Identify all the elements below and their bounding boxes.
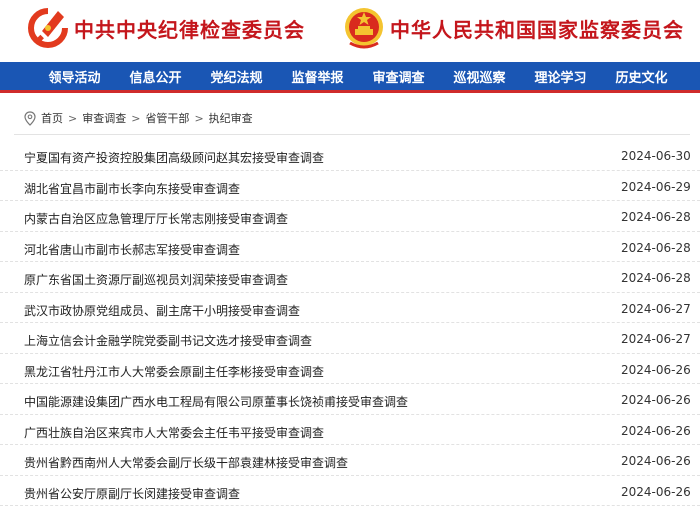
article-date: 2024-06-26 — [621, 393, 691, 407]
article-row[interactable]: 广西壮族自治区来宾市人大常委会主任韦平接受审查调查 2024-06-26 — [0, 415, 700, 445]
article-title-link[interactable]: 河北省唐山市副市长郝志军接受审查调查 — [24, 241, 240, 258]
breadcrumb: 首页 > 审查调查 > 省管干部 > 执纪审查 — [24, 110, 253, 126]
article-date: 2024-06-26 — [621, 423, 691, 438]
article-date: 2024-06-29 — [621, 179, 691, 194]
nav-item-report[interactable]: 监督举报 — [277, 67, 358, 86]
article-title-link[interactable]: 黑龙江省牡丹江市人大常委会原副主任李彬接受审查调查 — [24, 363, 324, 380]
article-title-link[interactable]: 原广东省国土资源厅副巡视员刘润荣接受审查调查 — [24, 271, 288, 288]
breadcrumb-home[interactable]: 首页 — [41, 110, 63, 126]
article-row[interactable]: 中国能源建设集团广西水电工程局有限公司原董事长饶祯甫接受审查调查 2024-06-… — [0, 384, 700, 415]
article-row[interactable]: 河北省唐山市副市长郝志军接受审查调查 2024-06-28 — [0, 232, 700, 262]
nav-item-leadership[interactable]: 领导活动 — [34, 67, 115, 86]
article-title-link[interactable]: 贵州省黔西南州人大常委会副厅长级干部袁建林接受审查调查 — [24, 454, 348, 471]
article-date: 2024-06-28 — [621, 271, 691, 285]
article-row[interactable]: 湖北省宜昌市副市长李向东接受审查调查 2024-06-29 — [0, 171, 700, 201]
org-title-nsc[interactable]: 中华人民共和国国家监察委员会 — [390, 14, 684, 43]
article-title-link[interactable]: 宁夏国有资产投资控股集团高级顾问赵其宏接受审查调查 — [24, 149, 324, 166]
breadcrumb-investigation[interactable]: 审查调查 — [82, 110, 126, 126]
nav-item-theory[interactable]: 理论学习 — [520, 67, 601, 86]
breadcrumb-current[interactable]: 执纪审查 — [209, 110, 253, 126]
article-date: 2024-06-30 — [621, 149, 691, 163]
nav-item-info-disclosure[interactable]: 信息公开 — [115, 67, 196, 86]
nav-item-investigation[interactable]: 审查调查 — [358, 67, 439, 86]
article-date: 2024-06-26 — [621, 362, 691, 377]
site-header: 中共中央纪律检查委员会 中华人民共和国国家监察委员会 — [0, 0, 700, 62]
header-accent-line — [0, 90, 700, 93]
article-title-link[interactable]: 贵州省公安厅原副厅长闵建接受审查调查 — [24, 485, 240, 502]
nav-item-regulations[interactable]: 党纪法规 — [196, 67, 277, 86]
article-date: 2024-06-27 — [621, 332, 691, 346]
article-title-link[interactable]: 武汉市政协原党组成员、副主席干小明接受审查调查 — [24, 302, 300, 319]
article-title-link[interactable]: 上海立信会计金融学院党委副书记文选才接受审查调查 — [24, 332, 312, 349]
article-date: 2024-06-26 — [621, 484, 691, 499]
national-emblem-icon[interactable] — [344, 5, 384, 51]
breadcrumb-separator: > — [131, 111, 141, 125]
location-pin-icon — [24, 110, 36, 126]
breadcrumb-separator: > — [194, 111, 204, 125]
article-row[interactable]: 原广东省国土资源厅副巡视员刘润荣接受审查调查 2024-06-28 — [0, 262, 700, 293]
article-date: 2024-06-28 — [621, 210, 691, 224]
article-row[interactable]: 上海立信会计金融学院党委副书记文选才接受审查调查 2024-06-27 — [0, 323, 700, 354]
article-list: 宁夏国有资产投资控股集团高级顾问赵其宏接受审查调查 2024-06-30 湖北省宜昌… — [0, 140, 700, 506]
breadcrumb-divider — [14, 134, 690, 135]
article-row[interactable]: 武汉市政协原党组成员、副主席干小明接受审查调查 2024-06-27 — [0, 293, 700, 323]
article-date: 2024-06-27 — [621, 301, 691, 316]
article-title-link[interactable]: 内蒙古自治区应急管理厅厅长常志刚接受审查调查 — [24, 210, 288, 227]
breadcrumb-provincial-cadres[interactable]: 省管干部 — [145, 110, 189, 126]
article-title-link[interactable]: 广西壮族自治区来宾市人大常委会主任韦平接受审查调查 — [24, 424, 324, 441]
article-date: 2024-06-28 — [621, 240, 691, 255]
article-row[interactable]: 黑龙江省牡丹江市人大常委会原副主任李彬接受审查调查 2024-06-26 — [0, 354, 700, 384]
article-title-link[interactable]: 中国能源建设集团广西水电工程局有限公司原董事长饶祯甫接受审查调查 — [24, 393, 408, 410]
article-row[interactable]: 宁夏国有资产投资控股集团高级顾问赵其宏接受审查调查 2024-06-30 — [0, 140, 700, 171]
breadcrumb-separator: > — [68, 111, 78, 125]
main-nav: 领导活动 信息公开 党纪法规 监督举报 审查调查 巡视巡察 理论学习 历史文化 — [0, 62, 700, 90]
article-row[interactable]: 贵州省黔西南州人大常委会副厅长级干部袁建林接受审查调查 2024-06-26 — [0, 445, 700, 476]
nav-item-history[interactable]: 历史文化 — [601, 67, 682, 86]
article-row[interactable]: 内蒙古自治区应急管理厅厅长常志刚接受审查调查 2024-06-28 — [0, 201, 700, 232]
article-row[interactable]: 贵州省公安厅原副厅长闵建接受审查调查 2024-06-26 — [0, 476, 700, 506]
nav-item-inspection[interactable]: 巡视巡察 — [439, 67, 520, 86]
org-title-ccdi[interactable]: 中共中央纪律检查委员会 — [74, 14, 305, 43]
article-title-link[interactable]: 湖北省宜昌市副市长李向东接受审查调查 — [24, 180, 240, 197]
party-emblem-icon[interactable] — [28, 5, 68, 51]
article-date: 2024-06-26 — [621, 454, 691, 468]
